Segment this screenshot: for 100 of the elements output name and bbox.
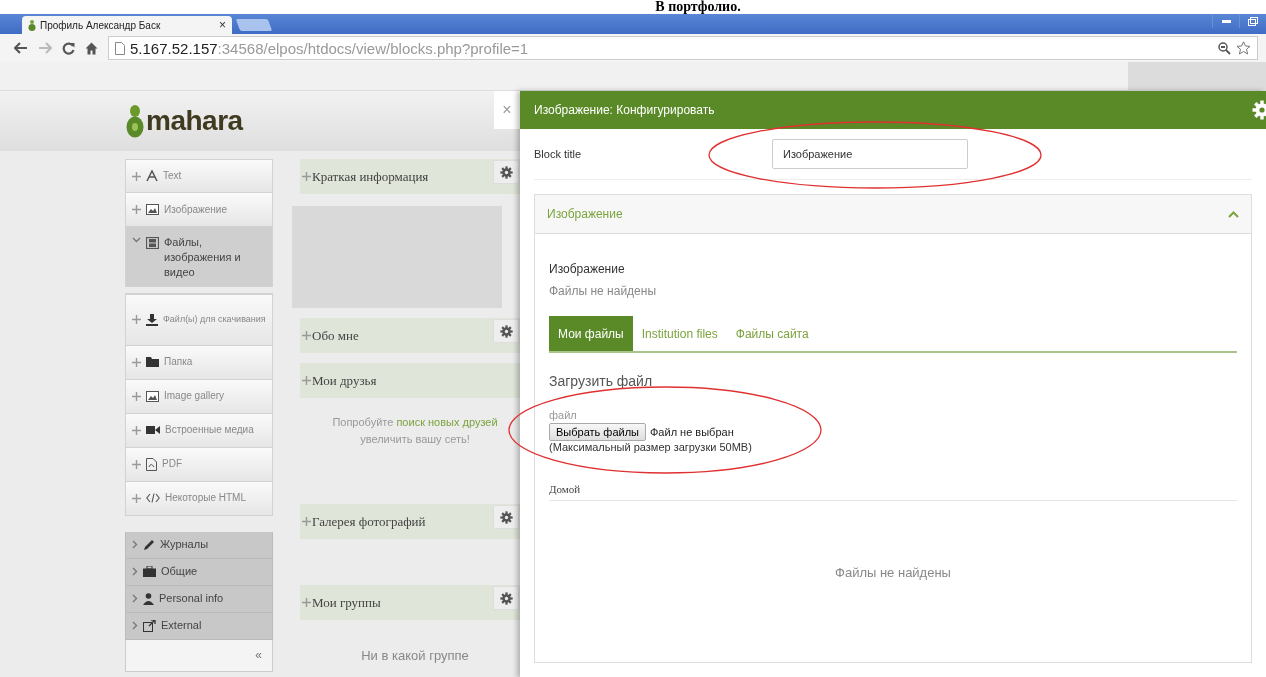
plus-icon <box>302 517 311 526</box>
external-link-icon <box>143 619 156 632</box>
logo-text: mahara <box>146 105 243 137</box>
pdf-file-icon <box>146 457 157 471</box>
block-label: Папка <box>164 355 193 369</box>
person-icon <box>143 592 154 605</box>
block-title: Мои друзья <box>302 372 377 389</box>
settings-button[interactable] <box>493 160 519 184</box>
settings-button[interactable] <box>493 505 519 529</box>
star-icon[interactable] <box>1236 41 1251 55</box>
plus-icon <box>132 171 141 181</box>
plus-icon <box>302 376 311 385</box>
new-tab-button[interactable] <box>235 19 273 31</box>
settings-icon <box>499 510 513 524</box>
browser-tab[interactable]: Профиль Александр Баск × <box>22 16 232 34</box>
zoom-icon[interactable] <box>1218 41 1231 55</box>
logo-icon <box>28 19 36 31</box>
palette-item[interactable]: Изображение <box>125 193 273 227</box>
reload-icon[interactable] <box>62 41 75 55</box>
block-title-field[interactable]: Изображение <box>772 139 968 169</box>
palette-item[interactable]: Встроенные медиа <box>125 413 273 448</box>
category-label: Общие <box>161 564 198 579</box>
image-icon <box>146 204 159 215</box>
block-label: Встроенные медиа <box>165 423 254 437</box>
palette-category[interactable]: Журналы <box>125 531 273 559</box>
font-icon <box>146 170 158 182</box>
block-title: Мои группы <box>302 594 381 611</box>
video-camera-icon <box>146 425 160 436</box>
chevron-down-icon <box>132 237 141 243</box>
block-label: Image gallery <box>164 389 225 403</box>
section-header[interactable]: Изображение <box>535 195 1251 234</box>
file-tab[interactable]: Мои файлы <box>549 316 633 351</box>
block-title: Обо мне <box>302 327 359 344</box>
close-button[interactable]: × <box>494 91 520 129</box>
chevron-right-icon <box>132 594 138 604</box>
pencil-icon <box>143 538 155 551</box>
document-heading: В портфолио. <box>655 0 741 14</box>
block-title: Галерея фотографий <box>302 513 426 530</box>
plus-icon <box>132 315 141 325</box>
minimize-icon <box>1221 19 1231 23</box>
block-title: Краткая информация <box>302 168 429 185</box>
plus-icon <box>132 205 141 214</box>
tab-close-button[interactable]: × <box>219 18 226 32</box>
page-icon <box>115 41 125 55</box>
home-icon[interactable] <box>85 41 98 55</box>
category-label: Файлы, изображения и видео <box>164 235 242 280</box>
file-tab[interactable]: Institution files <box>632 316 727 351</box>
panel-title: Изображение: Конфигурировать <box>534 103 715 117</box>
image-icon <box>146 390 159 402</box>
field-status: Файлы не найдены <box>549 284 658 298</box>
plus-icon <box>132 391 141 401</box>
field-label: Block title <box>534 148 583 160</box>
plus-icon <box>302 598 311 607</box>
folder-icon <box>146 357 159 368</box>
block-label: Text <box>163 169 182 183</box>
groups-status: Ни в какой группе <box>360 648 470 663</box>
palette-item[interactable]: Папка <box>125 345 273 380</box>
chevron-up-icon <box>1228 210 1239 218</box>
section-title: Изображение <box>547 207 623 221</box>
settings-button[interactable] <box>493 586 519 610</box>
maximize-icon <box>1248 16 1258 26</box>
palette-item[interactable]: Text <box>125 159 273 193</box>
file-tab[interactable]: Файлы сайта <box>726 316 818 351</box>
find-friends-link[interactable]: поиск новых друзей <box>396 416 498 428</box>
upload-limit-note: (Максимальный размер загрузки 50MB) <box>549 441 753 453</box>
collapse-button[interactable]: « <box>125 639 273 672</box>
palette-item[interactable]: PDF <box>125 447 273 482</box>
plus-icon <box>302 331 311 340</box>
field-label: Изображение <box>549 262 626 276</box>
palette-category[interactable]: Personal info <box>125 585 273 613</box>
code-icon <box>146 493 160 504</box>
palette-category[interactable]: External <box>125 612 273 640</box>
palette-item[interactable]: Некоторые HTML <box>125 481 273 516</box>
settings-icon <box>499 324 513 338</box>
friends-hint: Попробуйте поиск новых друзей увеличить вашу сеть! <box>331 415 499 447</box>
back-icon[interactable] <box>14 42 28 54</box>
category-label: Personal info <box>159 591 224 606</box>
palette-item[interactable]: Файл(ы) для скачивания <box>125 293 273 346</box>
plus-icon <box>132 493 141 503</box>
palette-category[interactable]: Файлы, изображения и видео <box>125 227 273 287</box>
chevron-right-icon <box>132 567 138 577</box>
block-label: Изображение <box>164 202 227 217</box>
block-label: PDF <box>162 457 182 471</box>
category-label: External <box>161 618 202 633</box>
folder-heading: Домой <box>549 483 1237 501</box>
settings-icon <box>499 591 513 605</box>
plus-icon <box>132 425 141 435</box>
field-label: файл <box>549 409 578 421</box>
palette-item[interactable]: Image gallery <box>125 379 273 414</box>
block-label: Файл(ы) для скачивания <box>163 313 266 326</box>
plus-icon <box>302 172 311 181</box>
address-bar[interactable]: 5.167.52.157:34568/elpos/htdocs/view/blocks.php?profile=1 <box>108 36 1258 60</box>
choose-files-button[interactable]: Выбрать файлы <box>549 423 646 441</box>
film-icon <box>146 237 159 249</box>
logo-icon <box>126 104 144 138</box>
palette-category[interactable]: Общие <box>125 558 273 586</box>
plus-icon <box>132 459 141 469</box>
block-label: Некоторые HTML <box>165 491 246 505</box>
settings-button[interactable] <box>493 319 519 343</box>
file-status: Файл не выбран <box>650 426 734 438</box>
